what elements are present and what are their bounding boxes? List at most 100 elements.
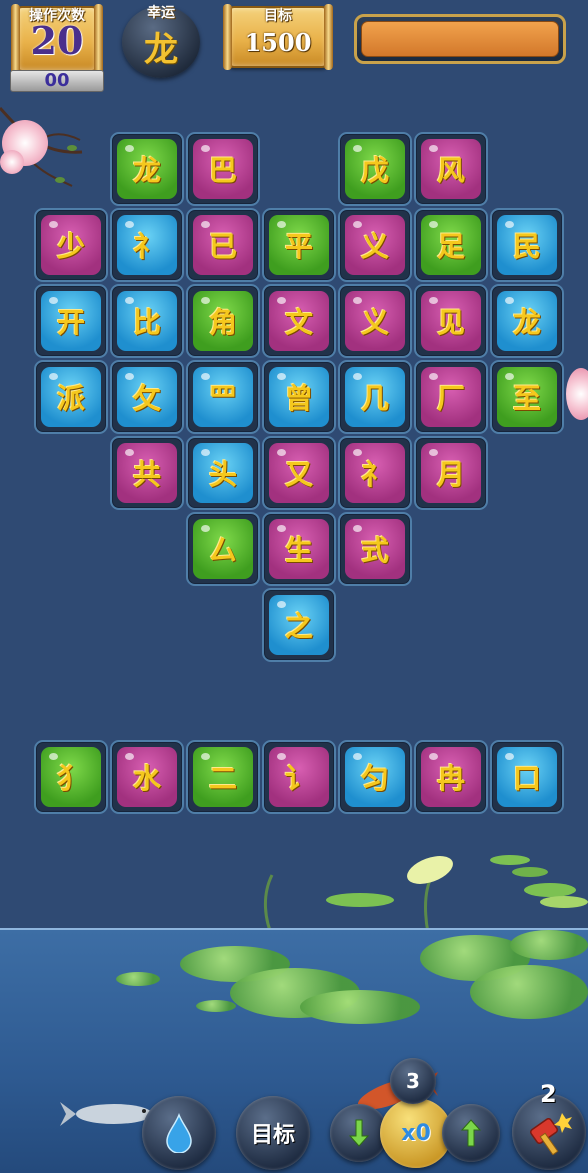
- tile-character: 民: [497, 215, 557, 275]
- arrow-up-icon: [460, 1119, 482, 1147]
- tile-character: 口: [497, 747, 557, 807]
- target-caption: 目标: [264, 8, 292, 24]
- lily-pad-icon: [300, 990, 420, 1024]
- tile-character: 共: [117, 443, 177, 503]
- tile-character: 巴: [193, 139, 253, 199]
- board-tile[interactable]: 曾: [262, 360, 336, 434]
- tile-character: 足: [421, 215, 481, 275]
- tile-character: 攵: [117, 367, 177, 427]
- lucky-character: 龙: [144, 30, 178, 70]
- board-tile[interactable]: 至: [490, 360, 564, 434]
- water-drop-icon: [166, 1113, 192, 1153]
- board-tile[interactable]: 民: [490, 208, 564, 282]
- water-drop-button[interactable]: [142, 1096, 216, 1170]
- tile-character: 义: [345, 291, 405, 351]
- board-tile[interactable]: 足: [414, 208, 488, 282]
- tile-character: 冉: [421, 747, 481, 807]
- moves-count: 20: [30, 18, 84, 63]
- multiplier-count: 3: [406, 1069, 420, 1093]
- board-tile[interactable]: 礻: [338, 436, 412, 510]
- board-tile[interactable]: 厶: [186, 512, 260, 586]
- tile-character: 罒: [193, 367, 253, 427]
- multiplier-label: x0: [401, 1120, 431, 1146]
- queue-tile[interactable]: 冉: [414, 740, 488, 814]
- board-tile[interactable]: 龙: [110, 132, 184, 206]
- moves-bar: 00: [10, 70, 104, 92]
- target-score-panel: 目标 1500: [223, 4, 333, 70]
- board-tile[interactable]: 风: [414, 132, 488, 206]
- board-tile[interactable]: 共: [110, 436, 184, 510]
- board-tile[interactable]: 少: [34, 208, 108, 282]
- board-tile[interactable]: 角: [186, 284, 260, 358]
- tile-character: 义: [345, 215, 405, 275]
- queue-tile[interactable]: 讠: [262, 740, 336, 814]
- tile-character: 见: [421, 291, 481, 351]
- lucky-character-orb: 幸运 龙: [122, 5, 200, 78]
- tile-character: 水: [117, 747, 177, 807]
- board-tile[interactable]: 派: [34, 360, 108, 434]
- target-score: 1500: [244, 28, 312, 57]
- target-button-label: 目标: [250, 1122, 295, 1148]
- board-tile[interactable]: 攵: [110, 360, 184, 434]
- tile-character: 风: [421, 139, 481, 199]
- board-tile[interactable]: 罒: [186, 360, 260, 434]
- queue-tile[interactable]: 犭: [34, 740, 108, 814]
- tile-character: 式: [345, 519, 405, 579]
- tile-character: 平: [269, 215, 329, 275]
- board-tile[interactable]: 见: [414, 284, 488, 358]
- board-tile[interactable]: 几: [338, 360, 412, 434]
- tile-character: 开: [41, 291, 101, 351]
- board-tile[interactable]: 式: [338, 512, 412, 586]
- board-tile[interactable]: 比: [110, 284, 184, 358]
- score-progress-bar: [354, 14, 566, 64]
- tile-character: 生: [269, 519, 329, 579]
- moves-panel: 操作次数 20: [11, 4, 103, 74]
- tile-character: 龙: [497, 291, 557, 351]
- tile-character: 已: [193, 215, 253, 275]
- tile-character: 比: [117, 291, 177, 351]
- board-tile[interactable]: 厂: [414, 360, 488, 434]
- hammer-icon: [530, 1113, 572, 1155]
- board-tile[interactable]: 戊: [338, 132, 412, 206]
- tile-character: 匀: [345, 747, 405, 807]
- board-tile[interactable]: 又: [262, 436, 336, 510]
- tile-character: 至: [497, 367, 557, 427]
- blossom-flower-icon: [0, 150, 24, 174]
- tile-character: 文: [269, 291, 329, 351]
- tile-character: 曾: [269, 367, 329, 427]
- board-tile[interactable]: 文: [262, 284, 336, 358]
- target-button[interactable]: 目标: [236, 1096, 310, 1170]
- board-tile[interactable]: 平: [262, 208, 336, 282]
- board-tile[interactable]: 礻: [110, 208, 184, 282]
- board-tile[interactable]: 开: [34, 284, 108, 358]
- board-tile[interactable]: 月: [414, 436, 488, 510]
- board-tile[interactable]: 义: [338, 208, 412, 282]
- board-tile[interactable]: 生: [262, 512, 336, 586]
- arrow-up-button[interactable]: [442, 1104, 500, 1162]
- board-tile[interactable]: 龙: [490, 284, 564, 358]
- tile-character: 戊: [345, 139, 405, 199]
- board-tile[interactable]: 已: [186, 208, 260, 282]
- tile-character: 礻: [345, 443, 405, 503]
- queue-tile[interactable]: 口: [490, 740, 564, 814]
- lily-pad-icon: [470, 965, 588, 1019]
- board-tile[interactable]: 义: [338, 284, 412, 358]
- multiplier-count-badge: 3: [390, 1058, 436, 1104]
- lily-pad-icon: [510, 930, 588, 960]
- tile-character: 之: [269, 595, 329, 655]
- tile-character: 讠: [269, 747, 329, 807]
- board-tile[interactable]: 头: [186, 436, 260, 510]
- queue-tile[interactable]: 水: [110, 740, 184, 814]
- board-tile[interactable]: 巴: [186, 132, 260, 206]
- board-tile[interactable]: 之: [262, 588, 336, 662]
- arrow-down-icon: [348, 1119, 370, 1147]
- tile-character: 派: [41, 367, 101, 427]
- tile-character: 几: [345, 367, 405, 427]
- tile-character: 又: [269, 443, 329, 503]
- lily-pad-icon: [196, 1000, 236, 1012]
- lily-pad-icon: [116, 972, 160, 986]
- queue-tile[interactable]: 匀: [338, 740, 412, 814]
- lucky-caption: 幸运: [147, 5, 175, 21]
- queue-tile[interactable]: 二: [186, 740, 260, 814]
- tile-character: 厶: [193, 519, 253, 579]
